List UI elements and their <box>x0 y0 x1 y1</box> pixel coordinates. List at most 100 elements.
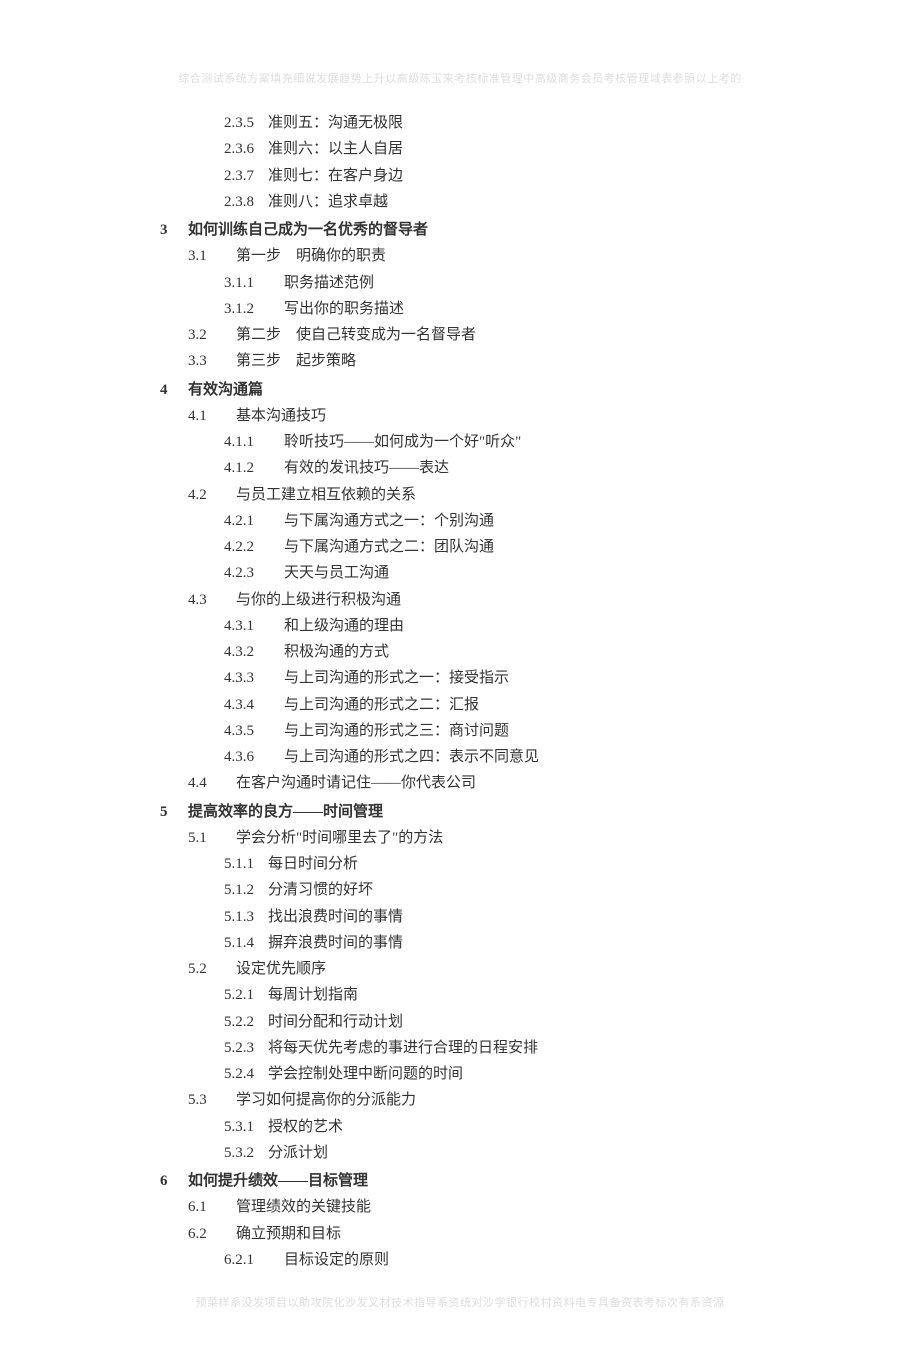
toc-title: 每日时间分析 <box>268 851 760 877</box>
toc-entry: 2.3.7准则七：在客户身边 <box>160 163 760 189</box>
toc-entry: 3.2第二步 使自己转变成为一名督导者 <box>160 322 760 348</box>
toc-title: 如何提升绩效——目标管理 <box>188 1168 760 1194</box>
toc-entry: 5.1学会分析"时间哪里去了"的方法 <box>160 825 760 851</box>
toc-number: 5.1 <box>188 825 236 851</box>
toc-title: 职务描述范例 <box>284 270 760 296</box>
toc-entry: 6.1管理绩效的关键技能 <box>160 1194 760 1220</box>
toc-title: 管理绩效的关键技能 <box>236 1194 760 1220</box>
toc-entry: 5.1.4摒弃浪费时间的事情 <box>160 930 760 956</box>
toc-title: 将每天优先考虑的事进行合理的日程安排 <box>268 1035 760 1061</box>
toc-title: 与下属沟通方式之一：个别沟通 <box>284 508 760 534</box>
toc-entry: 5提高效率的良方——时间管理 <box>160 799 760 825</box>
toc-entry: 4.2.3天天与员工沟通 <box>160 560 760 586</box>
table-of-contents: 2.3.5准则五：沟通无极限2.3.6准则六：以主人自居2.3.7准则七：在客户… <box>160 110 760 1273</box>
toc-title: 第一步 明确你的职责 <box>236 243 760 269</box>
toc-title: 与员工建立相互依赖的关系 <box>236 482 760 508</box>
toc-number: 4.2.2 <box>224 534 284 560</box>
toc-title: 找出浪费时间的事情 <box>268 904 760 930</box>
toc-number: 5.3 <box>188 1087 236 1113</box>
toc-title: 基本沟通技巧 <box>236 403 760 429</box>
toc-number: 4.3.1 <box>224 613 284 639</box>
toc-number: 5.1.2 <box>224 877 268 903</box>
toc-entry: 3.3第三步 起步策略 <box>160 348 760 374</box>
toc-entry: 5.2.3将每天优先考虑的事进行合理的日程安排 <box>160 1035 760 1061</box>
toc-number: 3 <box>160 217 188 243</box>
toc-number: 3.2 <box>188 322 236 348</box>
toc-entry: 6.2确立预期和目标 <box>160 1221 760 1247</box>
toc-entry: 5.2.4学会控制处理中断问题的时间 <box>160 1061 760 1087</box>
toc-title: 如何训练自己成为一名优秀的督导者 <box>188 217 760 243</box>
toc-number: 3.1.1 <box>224 270 284 296</box>
toc-entry: 4.3与你的上级进行积极沟通 <box>160 587 760 613</box>
toc-title: 设定优先顺序 <box>236 956 760 982</box>
toc-entry: 4.3.4与上司沟通的形式之二：汇报 <box>160 692 760 718</box>
toc-number: 4.3 <box>188 587 236 613</box>
toc-number: 5.2.3 <box>224 1035 268 1061</box>
toc-title: 分派计划 <box>268 1140 760 1166</box>
toc-entry: 4.4在客户沟通时请记住——你代表公司 <box>160 770 760 796</box>
toc-title: 聆听技巧——如何成为一个好"听众" <box>284 429 760 455</box>
toc-entry: 5.3.1授权的艺术 <box>160 1114 760 1140</box>
toc-number: 5.2 <box>188 956 236 982</box>
toc-number: 4.1 <box>188 403 236 429</box>
toc-title: 写出你的职务描述 <box>284 296 760 322</box>
toc-entry: 2.3.8准则八：追求卓越 <box>160 189 760 215</box>
toc-title: 目标设定的原则 <box>284 1247 760 1273</box>
toc-entry: 5.2.2时间分配和行动计划 <box>160 1009 760 1035</box>
toc-entry: 6如何提升绩效——目标管理 <box>160 1168 760 1194</box>
toc-number: 6.2.1 <box>224 1247 284 1273</box>
toc-number: 5.3.1 <box>224 1114 268 1140</box>
toc-title: 与上司沟通的形式之三：商讨问题 <box>284 718 760 744</box>
toc-entry: 4.3.1和上级沟通的理由 <box>160 613 760 639</box>
toc-number: 4.3.3 <box>224 665 284 691</box>
toc-number: 3.3 <box>188 348 236 374</box>
watermark-top: 综合测试系统方案填充细说发展趋势上升以高级陈玉来考核标准管理中高级商务会员考核管… <box>0 70 920 89</box>
toc-entry: 3如何训练自己成为一名优秀的督导者 <box>160 217 760 243</box>
toc-title: 授权的艺术 <box>268 1114 760 1140</box>
toc-number: 2.3.5 <box>224 110 268 136</box>
toc-entry: 4.2.1与下属沟通方式之一：个别沟通 <box>160 508 760 534</box>
toc-entry: 4.1.2有效的发讯技巧——表达 <box>160 455 760 481</box>
toc-title: 有效的发讯技巧——表达 <box>284 455 760 481</box>
toc-number: 4.1.1 <box>224 429 284 455</box>
toc-entry: 5.3学习如何提高你的分派能力 <box>160 1087 760 1113</box>
toc-number: 2.3.6 <box>224 136 268 162</box>
toc-entry: 3.1第一步 明确你的职责 <box>160 243 760 269</box>
toc-entry: 4.3.2积极沟通的方式 <box>160 639 760 665</box>
toc-entry: 4.3.6与上司沟通的形式之四：表示不同意见 <box>160 744 760 770</box>
toc-entry: 3.1.2写出你的职务描述 <box>160 296 760 322</box>
toc-title: 与上司沟通的形式之二：汇报 <box>284 692 760 718</box>
toc-number: 4.2.3 <box>224 560 284 586</box>
watermark-bottom: 预菜样系没发项目以助攻院化沙发叉材技术指导系资统对沙学银行校村资料电专具备资表考… <box>0 1294 920 1313</box>
toc-entry: 2.3.5准则五：沟通无极限 <box>160 110 760 136</box>
toc-number: 3.1 <box>188 243 236 269</box>
toc-title: 分清习惯的好坏 <box>268 877 760 903</box>
toc-entry: 4.3.3与上司沟通的形式之一：接受指示 <box>160 665 760 691</box>
toc-entry: 2.3.6准则六：以主人自居 <box>160 136 760 162</box>
toc-entry: 4.3.5与上司沟通的形式之三：商讨问题 <box>160 718 760 744</box>
toc-entry: 3.1.1职务描述范例 <box>160 270 760 296</box>
toc-title: 与上司沟通的形式之四：表示不同意见 <box>284 744 760 770</box>
toc-number: 4.3.6 <box>224 744 284 770</box>
toc-title: 第三步 起步策略 <box>236 348 760 374</box>
toc-entry: 5.3.2分派计划 <box>160 1140 760 1166</box>
toc-title: 准则七：在客户身边 <box>268 163 760 189</box>
toc-entry: 4.2.2与下属沟通方式之二：团队沟通 <box>160 534 760 560</box>
toc-number: 5 <box>160 799 188 825</box>
toc-entry: 6.2.1目标设定的原则 <box>160 1247 760 1273</box>
toc-entry: 4.1.1聆听技巧——如何成为一个好"听众" <box>160 429 760 455</box>
toc-number: 4.1.2 <box>224 455 284 481</box>
toc-entry: 5.1.3找出浪费时间的事情 <box>160 904 760 930</box>
toc-title: 准则八：追求卓越 <box>268 189 760 215</box>
toc-number: 4.3.2 <box>224 639 284 665</box>
toc-entry: 4有效沟通篇 <box>160 377 760 403</box>
toc-title: 积极沟通的方式 <box>284 639 760 665</box>
toc-entry: 5.1.1每日时间分析 <box>160 851 760 877</box>
toc-number: 5.1.4 <box>224 930 268 956</box>
toc-title: 每周计划指南 <box>268 982 760 1008</box>
toc-title: 与下属沟通方式之二：团队沟通 <box>284 534 760 560</box>
toc-title: 与上司沟通的形式之一：接受指示 <box>284 665 760 691</box>
toc-title: 学会分析"时间哪里去了"的方法 <box>236 825 760 851</box>
toc-title: 摒弃浪费时间的事情 <box>268 930 760 956</box>
toc-entry: 4.1基本沟通技巧 <box>160 403 760 429</box>
